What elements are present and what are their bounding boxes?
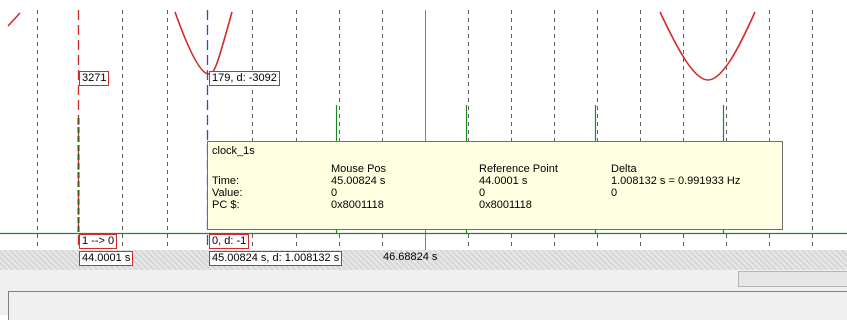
tooltip-ref-value: 0 bbox=[479, 187, 486, 199]
tooltip-header-delta: Delta bbox=[611, 163, 637, 175]
tooltip-row-pc: PC $: 0x8001118 0x8001118 bbox=[212, 199, 771, 211]
analog-segment-dip-2 bbox=[659, 11, 756, 81]
tooltip-delta-value: 1.008132 s = 0.991933 Hz bbox=[611, 175, 741, 187]
tooltip-header-row: Mouse Pos Reference Point Delta bbox=[212, 163, 771, 175]
tooltip-row-value: Value: 0 0 0 bbox=[212, 187, 771, 199]
cursor-value-label: 179, d: -3092 bbox=[209, 71, 280, 86]
tooltip-row-label: Value: bbox=[212, 187, 243, 199]
end-time-label: 46.68824 s bbox=[383, 251, 438, 263]
reference-value-label: 3271 bbox=[79, 71, 110, 86]
tooltip-row-label: PC $: bbox=[212, 199, 240, 211]
tooltip-mouse-value: 0 bbox=[331, 187, 338, 199]
tooltip-delta-value bbox=[611, 199, 771, 211]
tooltip-delta-value: 0 bbox=[611, 187, 618, 199]
tooltip-header-blank bbox=[212, 163, 331, 175]
tooltip-table: Mouse Pos Reference Point Delta Time: 45… bbox=[212, 163, 771, 211]
tooltip-row-time: Time: 45.00824 s 44.0001 s 1.008132 s = … bbox=[212, 175, 771, 187]
tooltip-ref-value: 0x8001118 bbox=[479, 199, 532, 211]
time-axis-bar: 44.0001 s 45.00824 s, d: 1.008132 s 46.6… bbox=[0, 250, 847, 270]
tooltip-row-label: Time: bbox=[212, 175, 240, 187]
tooltip-mouse-value: 0x8001118 bbox=[331, 199, 384, 211]
tooltip-signal-name: clock_1s bbox=[212, 145, 255, 157]
analog-segment-dip-1 bbox=[174, 11, 233, 75]
horizontal-scrollbar-thumb[interactable] bbox=[738, 271, 847, 287]
cursor-transition-label: 0, d: -1 bbox=[209, 234, 250, 249]
lower-panel bbox=[0, 270, 847, 320]
tooltip-header-mouse-pos: Mouse Pos bbox=[331, 163, 387, 175]
analog-signal-trace bbox=[7, 11, 756, 81]
lower-panel-frame bbox=[8, 291, 847, 320]
reference-time-label: 44.0001 s bbox=[79, 251, 134, 266]
reference-transition-label: 1 --> 0 bbox=[79, 234, 118, 249]
tooltip-mouse-value: 45.00824 s bbox=[331, 175, 386, 187]
tooltip-header-reference-point: Reference Point bbox=[479, 163, 558, 175]
tooltip-ref-value: 44.0001 s bbox=[479, 175, 528, 187]
signal-info-tooltip: clock_1s Mouse Pos Reference Point Delta… bbox=[207, 141, 783, 230]
cursor-time-label: 45.00824 s, d: 1.008132 s bbox=[209, 251, 343, 266]
analog-segment-left bbox=[7, 12, 21, 27]
